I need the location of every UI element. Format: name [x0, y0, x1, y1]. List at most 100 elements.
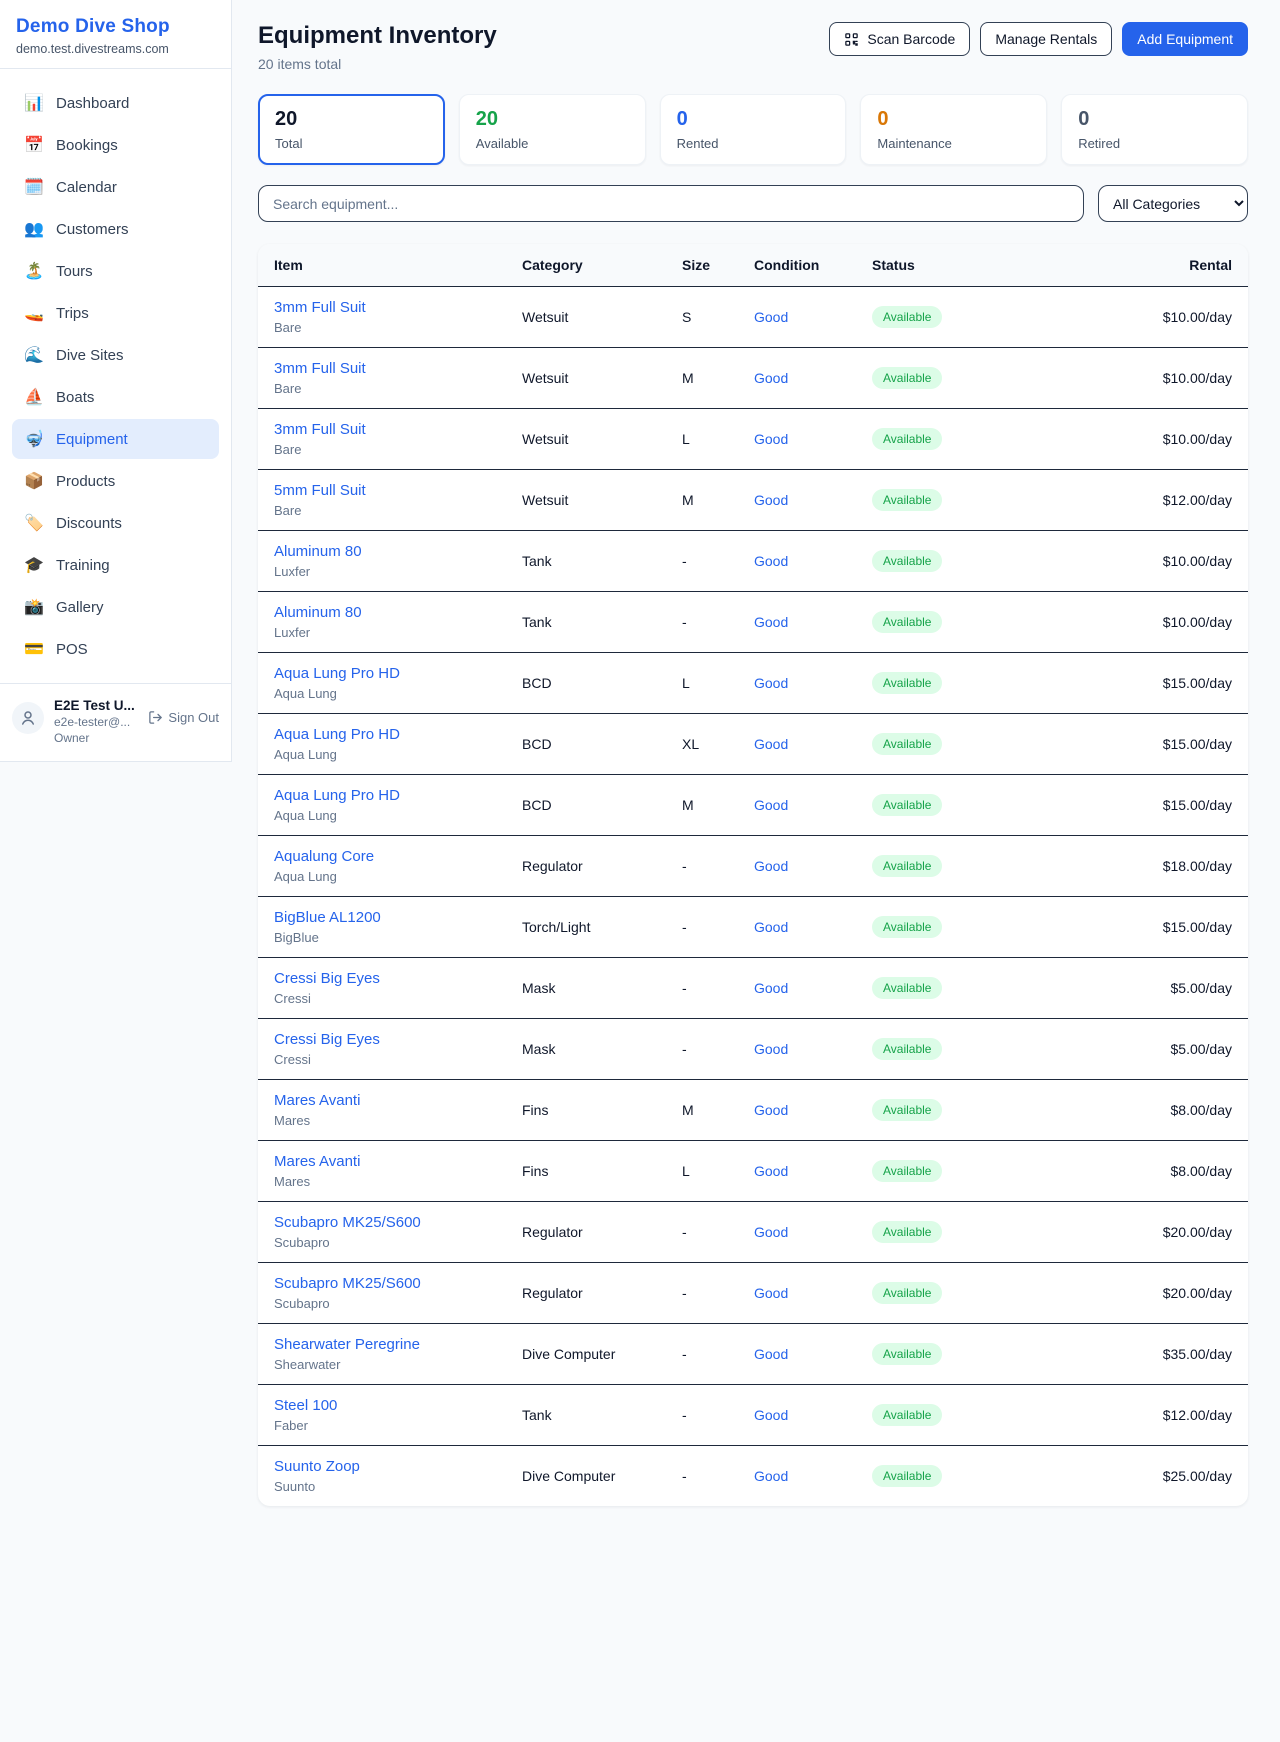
- item-condition-link[interactable]: Good: [754, 858, 788, 874]
- sidebar-item-pos[interactable]: 💳 POS: [12, 629, 219, 669]
- item-condition-link[interactable]: Good: [754, 736, 788, 752]
- status-badge: Available: [872, 489, 942, 511]
- item-category: Regulator: [506, 1202, 666, 1263]
- item-category: Dive Computer: [506, 1446, 666, 1507]
- avatar: [12, 702, 44, 734]
- item-condition-link[interactable]: Good: [754, 1102, 788, 1118]
- sidebar-nav: 📊 Dashboard 📅 Bookings 🗓️ Calendar 👥 Cus…: [0, 69, 231, 683]
- item-condition-link[interactable]: Good: [754, 309, 788, 325]
- stat-card-retired[interactable]: 0 Retired: [1061, 94, 1248, 165]
- sidebar-item-boats[interactable]: ⛵ Boats: [12, 377, 219, 417]
- item-condition-link[interactable]: Good: [754, 492, 788, 508]
- logout-icon: [148, 710, 163, 725]
- sidebar-item-customers[interactable]: 👥 Customers: [12, 209, 219, 249]
- table-row: Cressi Big Eyes Cressi Mask - Good Avail…: [258, 1019, 1248, 1080]
- item-name-link[interactable]: Aluminum 80: [274, 543, 490, 560]
- item-category: Wetsuit: [506, 287, 666, 348]
- item-rental-rate: $8.00/day: [1036, 1080, 1248, 1141]
- scan-barcode-button[interactable]: Scan Barcode: [829, 22, 970, 56]
- item-name-link[interactable]: BigBlue AL1200: [274, 909, 490, 926]
- item-rental-rate: $25.00/day: [1036, 1446, 1248, 1507]
- item-size: L: [666, 1141, 738, 1202]
- item-condition-link[interactable]: Good: [754, 431, 788, 447]
- add-equipment-button[interactable]: Add Equipment: [1122, 22, 1248, 56]
- stat-card-available[interactable]: 20 Available: [459, 94, 646, 165]
- stat-label: Rented: [677, 136, 830, 151]
- sidebar-item-calendar[interactable]: 🗓️ Calendar: [12, 167, 219, 207]
- item-condition-link[interactable]: Good: [754, 1224, 788, 1240]
- item-name-link[interactable]: 3mm Full Suit: [274, 299, 490, 316]
- pos-icon: 💳: [24, 639, 44, 659]
- item-name-link[interactable]: Aluminum 80: [274, 604, 490, 621]
- sidebar-item-label: Training: [56, 557, 110, 574]
- item-name-link[interactable]: Steel 100: [274, 1397, 490, 1414]
- item-name-link[interactable]: Aqua Lung Pro HD: [274, 726, 490, 743]
- item-name-link[interactable]: Mares Avanti: [274, 1092, 490, 1109]
- table-row: 3mm Full Suit Bare Wetsuit S Good Availa…: [258, 287, 1248, 348]
- sidebar-item-bookings[interactable]: 📅 Bookings: [12, 125, 219, 165]
- item-name-link[interactable]: Aqua Lung Pro HD: [274, 787, 490, 804]
- item-condition-link[interactable]: Good: [754, 370, 788, 386]
- category-select[interactable]: All Categories: [1098, 185, 1248, 222]
- item-name-link[interactable]: Suunto Zoop: [274, 1458, 490, 1475]
- item-name-link[interactable]: Aqualung Core: [274, 848, 490, 865]
- item-brand: Bare: [274, 442, 490, 457]
- item-name-link[interactable]: Aqua Lung Pro HD: [274, 665, 490, 682]
- sidebar-item-dive-sites[interactable]: 🌊 Dive Sites: [12, 335, 219, 375]
- manage-rentals-button[interactable]: Manage Rentals: [980, 22, 1112, 56]
- item-name-link[interactable]: Scubapro MK25/S600: [274, 1275, 490, 1292]
- item-category: Wetsuit: [506, 409, 666, 470]
- item-condition-link[interactable]: Good: [754, 614, 788, 630]
- item-condition-link[interactable]: Good: [754, 919, 788, 935]
- sidebar-item-label: Tours: [56, 263, 93, 280]
- item-size: -: [666, 1324, 738, 1385]
- item-name-link[interactable]: 3mm Full Suit: [274, 360, 490, 377]
- item-category: Torch/Light: [506, 897, 666, 958]
- item-name-link[interactable]: Cressi Big Eyes: [274, 1031, 490, 1048]
- sign-out-button[interactable]: Sign Out: [148, 710, 219, 725]
- item-rental-rate: $10.00/day: [1036, 348, 1248, 409]
- item-category: Regulator: [506, 1263, 666, 1324]
- item-condition-link[interactable]: Good: [754, 1285, 788, 1301]
- stat-label: Maintenance: [877, 136, 1030, 151]
- sidebar-item-discounts[interactable]: 🏷️ Discounts: [12, 503, 219, 543]
- table-row: Cressi Big Eyes Cressi Mask - Good Avail…: [258, 958, 1248, 1019]
- item-brand: Cressi: [274, 991, 490, 1006]
- item-condition-link[interactable]: Good: [754, 1041, 788, 1057]
- sidebar-item-tours[interactable]: 🏝️ Tours: [12, 251, 219, 291]
- item-condition-link[interactable]: Good: [754, 980, 788, 996]
- table-row: Aqualung Core Aqua Lung Regulator - Good…: [258, 836, 1248, 897]
- item-rental-rate: $8.00/day: [1036, 1141, 1248, 1202]
- sidebar-item-gallery[interactable]: 📸 Gallery: [12, 587, 219, 627]
- item-condition-link[interactable]: Good: [754, 1468, 788, 1484]
- item-name-link[interactable]: 3mm Full Suit: [274, 421, 490, 438]
- stat-card-total[interactable]: 20 Total: [258, 94, 445, 165]
- search-input[interactable]: [258, 185, 1084, 222]
- item-name-link[interactable]: Shearwater Peregrine: [274, 1336, 490, 1353]
- item-name-link[interactable]: Scubapro MK25/S600: [274, 1214, 490, 1231]
- item-rental-rate: $15.00/day: [1036, 653, 1248, 714]
- status-badge: Available: [872, 1160, 942, 1182]
- item-name-link[interactable]: 5mm Full Suit: [274, 482, 490, 499]
- item-name-link[interactable]: Cressi Big Eyes: [274, 970, 490, 987]
- item-brand: Cressi: [274, 1052, 490, 1067]
- item-condition-link[interactable]: Good: [754, 553, 788, 569]
- item-size: M: [666, 348, 738, 409]
- sidebar-item-products[interactable]: 📦 Products: [12, 461, 219, 501]
- item-condition-link[interactable]: Good: [754, 675, 788, 691]
- sidebar-item-training[interactable]: 🎓 Training: [12, 545, 219, 585]
- stat-card-maintenance[interactable]: 0 Maintenance: [860, 94, 1047, 165]
- item-name-link[interactable]: Mares Avanti: [274, 1153, 490, 1170]
- item-condition-link[interactable]: Good: [754, 1346, 788, 1362]
- item-size: M: [666, 775, 738, 836]
- sidebar-item-dashboard[interactable]: 📊 Dashboard: [12, 83, 219, 123]
- stat-card-rented[interactable]: 0 Rented: [660, 94, 847, 165]
- sidebar-item-equipment[interactable]: 🤿 Equipment: [12, 419, 219, 459]
- item-condition-link[interactable]: Good: [754, 1163, 788, 1179]
- item-condition-link[interactable]: Good: [754, 1407, 788, 1423]
- item-rental-rate: $10.00/day: [1036, 531, 1248, 592]
- sidebar-item-trips[interactable]: 🚤 Trips: [12, 293, 219, 333]
- item-condition-link[interactable]: Good: [754, 797, 788, 813]
- stat-label: Retired: [1078, 136, 1231, 151]
- status-badge: Available: [872, 550, 942, 572]
